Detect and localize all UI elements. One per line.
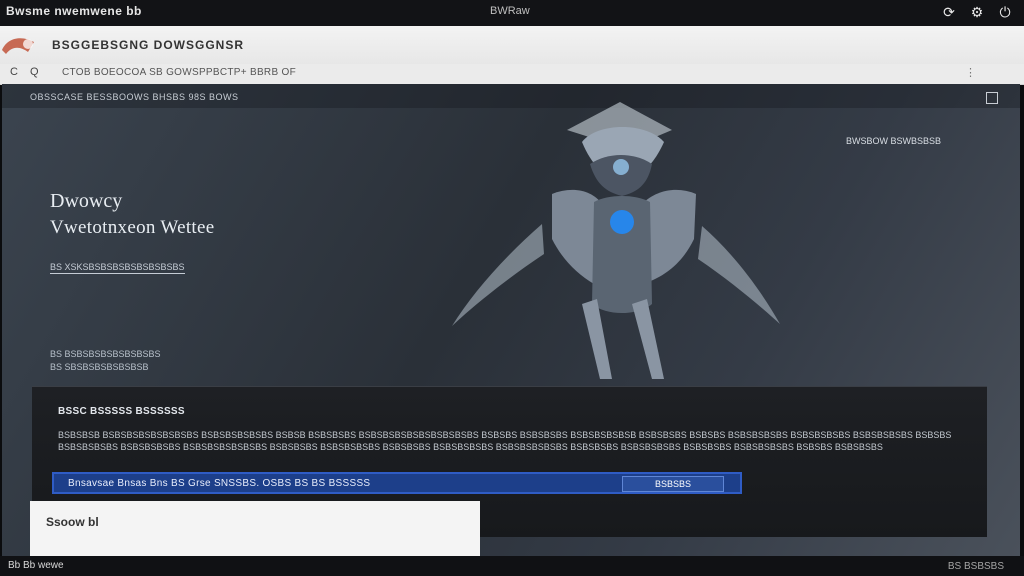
- viewport-header-text: OBSSCASE BESSBOOWS BHSBS 98S BOWS: [30, 92, 239, 102]
- hero-subtitle: Vwetotnxeon Wettee: [50, 217, 215, 238]
- top-bar: Bwsme nwemwene bb BWRaw ⟳ ⚙ ⏻: [0, 0, 1024, 26]
- panel-body: BSBSBSB BSBSBSBSBSBSBSBS BSBSBSBSBSBS BS…: [58, 430, 952, 452]
- right-note: BWSBOW BSWBSBSB: [846, 136, 942, 146]
- cta-button[interactable]: BSBSBS: [622, 476, 724, 492]
- side-note-2: BS SBSBSBSBSBSBSB: [50, 362, 149, 372]
- status-left-text: Bb Bb wewe: [8, 560, 64, 571]
- status-bar: Bb Bb wewe BS BSBSBS: [0, 556, 1024, 576]
- status-right-text: BS BSBSBS: [947, 561, 1004, 572]
- title-bar: BSGGEBSGNG DOWSGGNSR: [0, 26, 1024, 65]
- power-icon[interactable]: ⏻: [996, 3, 1014, 21]
- forward-button[interactable]: Q: [30, 66, 39, 78]
- hero-figure: [452, 102, 780, 379]
- top-left-text: Bwsme nwemwene bb: [6, 4, 154, 18]
- refresh-icon[interactable]: ⟳: [940, 3, 958, 21]
- address-bar: C Q CTOB BOEOCOA SB GOWSPPBCTP+ BBRB OF …: [0, 64, 1024, 85]
- app-logo-icon: [2, 38, 34, 54]
- top-controls: ⟳ ⚙ ⏻: [940, 3, 1014, 21]
- hero-link[interactable]: BS XSKSBSBSBSBSBSBSBSBS: [50, 262, 185, 274]
- page-title: BSGGEBSGNG DOWSGGNSR: [52, 38, 245, 52]
- back-button[interactable]: C: [10, 66, 18, 78]
- cta-text: Bnsavsae Bnsas Bns BS Grse SNSSBS. OSBS …: [68, 478, 371, 489]
- bottom-left-panel: Ssoow bl: [30, 501, 480, 557]
- bottom-left-text: Ssoow bl: [46, 515, 99, 529]
- cta-banner[interactable]: Bnsavsae Bnsas Bns BS Grse SNSSBS. OSBS …: [52, 472, 742, 494]
- menu-icon[interactable]: ⋮: [965, 66, 976, 79]
- side-note-1: BS BSBSBSBSBSBSBSBS: [50, 349, 161, 359]
- panel-title: BSSC BSSSSS BSSSSSS: [58, 406, 185, 417]
- content-viewport: OBSSCASE BESSBOOWS BHSBS 98S BOWS Dwowcy…: [2, 84, 1020, 556]
- top-left-label: Bwsme nwemwene bb: [6, 4, 142, 18]
- hero-title: Dwowcy: [50, 190, 123, 212]
- window-corner-icon[interactable]: [986, 92, 998, 104]
- gear-icon[interactable]: ⚙: [968, 3, 986, 21]
- address-input[interactable]: CTOB BOEOCOA SB GOWSPPBCTP+ BBRB OF: [62, 67, 296, 78]
- top-center-text: BWRaw: [490, 5, 530, 17]
